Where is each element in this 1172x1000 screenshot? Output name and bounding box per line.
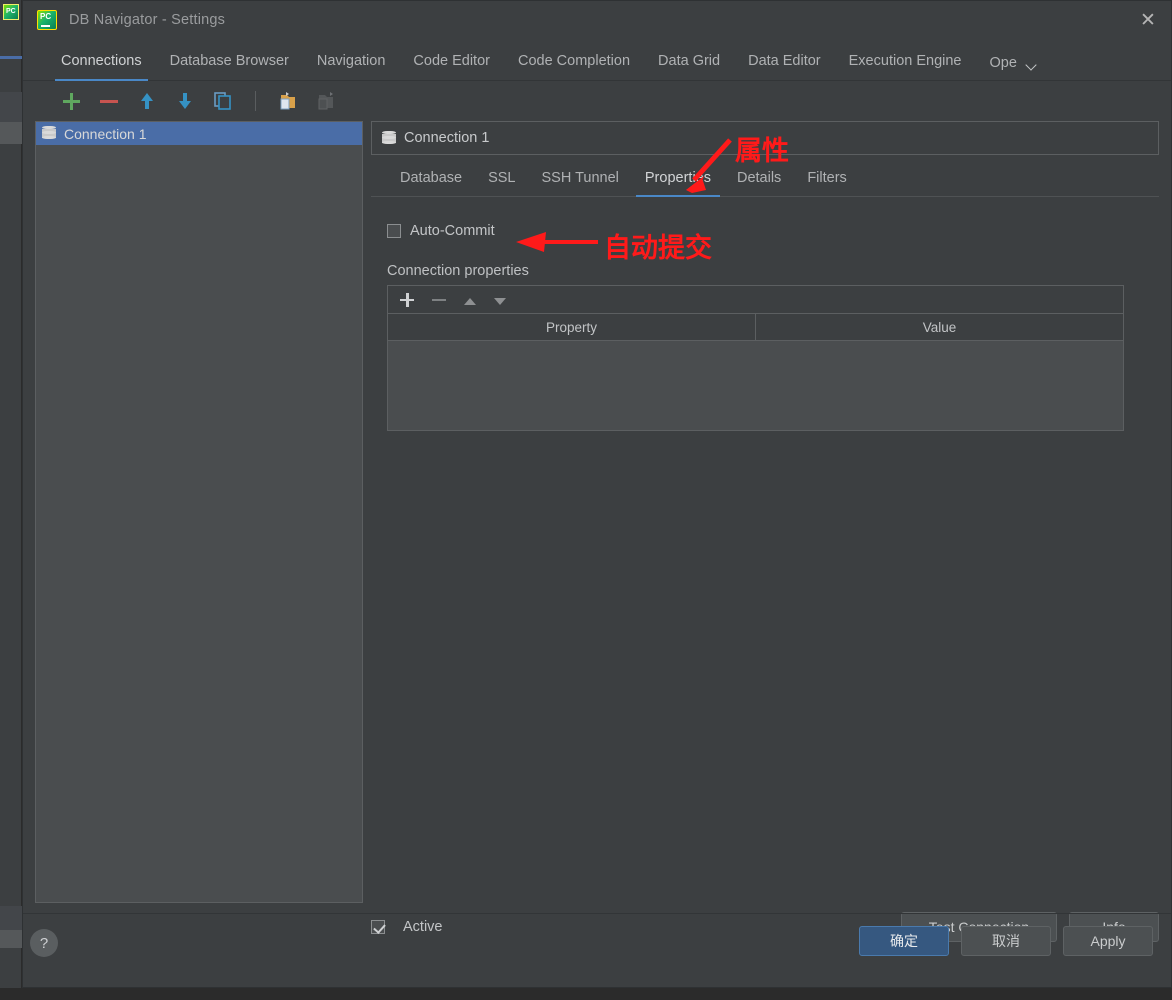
tab-navigation[interactable]: Navigation — [303, 53, 400, 80]
remove-connection-button[interactable] — [99, 91, 119, 111]
tab-database-browser[interactable]: Database Browser — [156, 53, 303, 80]
window-title: DB Navigator - Settings — [69, 12, 226, 28]
copy-button[interactable] — [213, 91, 233, 111]
auto-commit-row[interactable]: Auto-Commit — [387, 223, 1159, 239]
paste-button[interactable] — [278, 91, 298, 111]
move-down-button[interactable] — [175, 91, 195, 111]
chevron-down-icon[interactable] — [1027, 60, 1038, 71]
list-item[interactable]: Connection 1 — [36, 122, 362, 145]
triangle-up-icon — [464, 297, 476, 305]
pycharm-logo-icon: PC — [37, 10, 57, 30]
connection-name-label: Connection 1 — [64, 125, 147, 142]
title-bar: PC DB Navigator - Settings ✕ — [23, 1, 1171, 39]
tab-code-editor[interactable]: Code Editor — [399, 53, 504, 80]
tab-execution-engine[interactable]: Execution Engine — [835, 53, 976, 80]
move-up-button[interactable] — [137, 91, 157, 111]
database-icon — [42, 126, 56, 141]
remove-property-button — [432, 293, 446, 307]
close-icon[interactable]: ✕ — [1125, 1, 1171, 39]
tab-data-grid[interactable]: Data Grid — [644, 53, 734, 80]
tab-operations-label: Ope — [989, 55, 1017, 71]
strip-divider — [0, 56, 22, 59]
add-connection-button[interactable] — [61, 91, 81, 111]
tab-database[interactable]: Database — [387, 170, 475, 196]
tab-filters[interactable]: Filters — [794, 170, 859, 196]
settings-tab-bar: Connections Database Browser Navigation … — [23, 39, 1171, 81]
connections-toolbar — [23, 81, 1171, 121]
apply-button[interactable]: Apply — [1063, 926, 1153, 956]
ok-button[interactable]: 确定 — [859, 926, 949, 956]
footer-button-group: 确定 取消 Apply — [847, 926, 1153, 956]
tab-ssl[interactable]: SSL — [475, 170, 528, 196]
dialog-footer: ? 确定 取消 Apply — [23, 913, 1171, 987]
tab-code-completion[interactable]: Code Completion — [504, 53, 644, 80]
table-body-empty[interactable] — [388, 341, 1123, 430]
help-button[interactable]: ? — [30, 929, 58, 957]
column-header-value[interactable]: Value — [755, 314, 1123, 340]
paste-disabled-button — [316, 91, 336, 111]
connection-list[interactable]: Connection 1 — [35, 121, 363, 903]
toolbar-separator — [255, 91, 256, 111]
cancel-button[interactable]: 取消 — [961, 926, 1051, 956]
background-status-text — [24, 988, 27, 998]
connection-properties-label: Connection properties — [387, 263, 529, 279]
strip-bottom-block-2 — [0, 930, 22, 948]
triangle-down-icon — [494, 298, 506, 305]
table-header-row: Property Value — [388, 314, 1123, 341]
tab-details[interactable]: Details — [724, 170, 794, 196]
connection-header: Connection 1 — [371, 121, 1159, 155]
background-status-sliver — [0, 988, 1172, 1000]
settings-dialog: PC DB Navigator - Settings ✕ Connections… — [22, 0, 1172, 988]
tab-data-editor[interactable]: Data Editor — [734, 53, 835, 80]
tab-ssh-tunnel[interactable]: SSH Tunnel — [529, 170, 632, 196]
tab-operations-truncated[interactable]: Ope — [976, 55, 1052, 80]
strip-tool-block — [0, 92, 22, 122]
database-icon — [382, 130, 396, 146]
tab-connections[interactable]: Connections — [47, 53, 156, 81]
connection-detail-panel: Connection 1 Database SSL SSH Tunnel Pro… — [371, 121, 1159, 983]
ide-background-strip: PC — [0, 0, 22, 1000]
connection-tab-bar: Database SSL SSH Tunnel Properties Detai… — [371, 155, 1159, 197]
auto-commit-label: Auto-Commit — [410, 223, 495, 239]
add-property-button[interactable] — [400, 292, 414, 307]
properties-table-toolbar — [388, 286, 1123, 314]
tab-properties[interactable]: Properties — [632, 170, 724, 197]
properties-table: Property Value — [387, 285, 1124, 431]
ide-logo-icon: PC — [3, 4, 19, 20]
settings-body: Connection 1 Connection 1 Database SSL S… — [23, 121, 1171, 983]
strip-bottom-block — [0, 906, 22, 930]
auto-commit-checkbox[interactable] — [387, 224, 401, 238]
strip-tool-block-2 — [0, 122, 22, 144]
connection-header-label: Connection 1 — [404, 130, 490, 146]
column-header-property[interactable]: Property — [388, 314, 755, 340]
